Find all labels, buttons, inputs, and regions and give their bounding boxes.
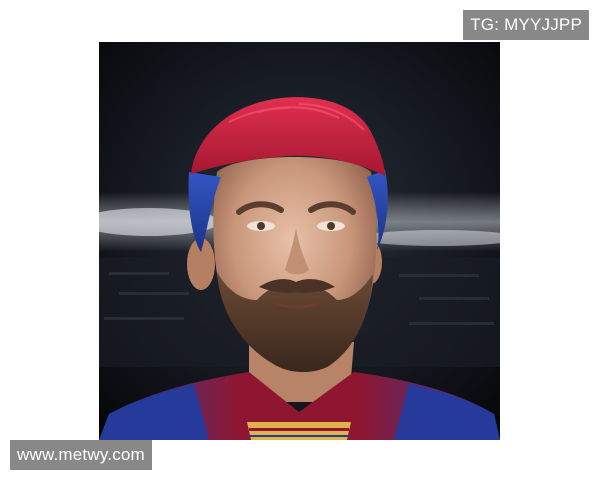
portrait-illustration xyxy=(99,42,500,440)
watermark-bottom-left: www.metwy.com xyxy=(10,440,152,470)
portrait-photo xyxy=(99,42,500,440)
watermark-top-right: TG: MYYJJPP xyxy=(463,10,589,40)
page: TG: MYYJJPP www.metwy.com xyxy=(0,0,600,480)
